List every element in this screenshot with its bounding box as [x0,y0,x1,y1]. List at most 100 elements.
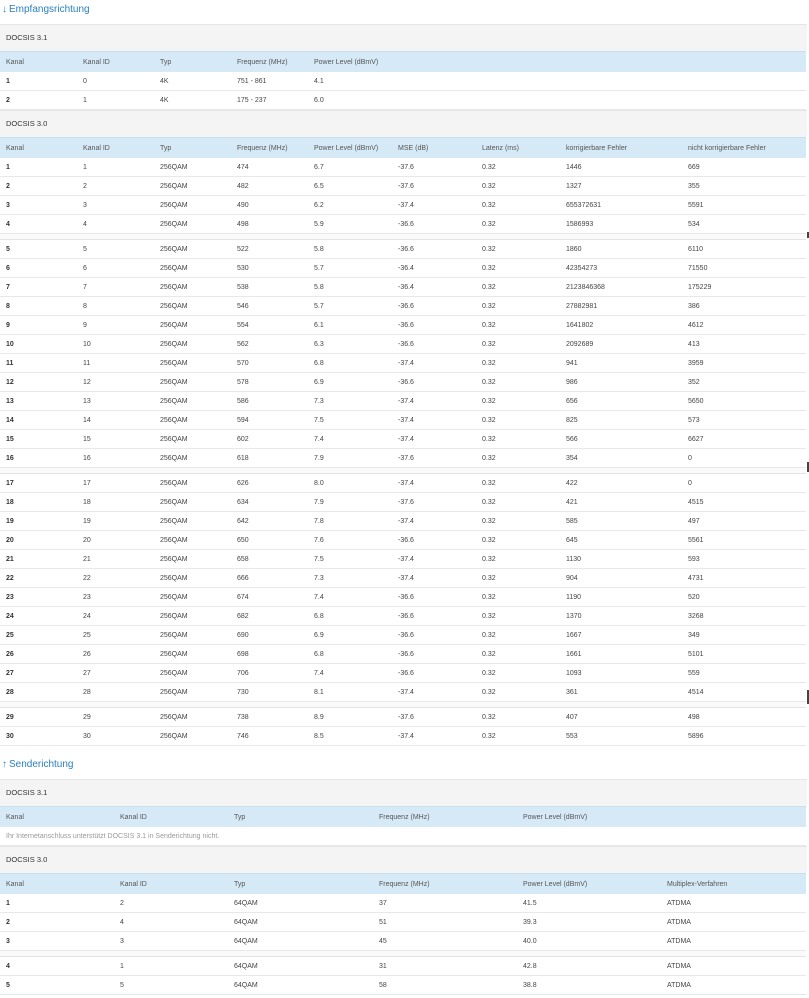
table-cell: -37.4 [392,195,476,215]
table-cell: 0.32 [476,239,560,259]
table-cell: 1 [114,956,228,976]
table-cell: 7.3 [308,568,392,588]
column-header: Frequenz (MHz) [373,873,517,894]
table-cell: 256QAM [154,158,231,177]
table-cell: 538 [231,277,308,297]
table-row: 23 23 256QAM 674 7.4 -36.6 0.32 1190 520 [0,587,806,607]
table-cell: 64QAM [228,931,373,951]
table-row: 17 17 256QAM 626 8.0 -37.4 0.32 422 0 [0,473,806,493]
table-cell: 0.32 [476,334,560,354]
column-header: Multiplex-Verfahren [661,873,806,894]
table-cell: 41.5 [517,894,661,913]
table-cell: 7.5 [308,410,392,430]
table-cell: 0.32 [476,511,560,531]
table-cell: 698 [231,644,308,664]
table-cell: 2092689 [560,334,682,354]
table-cell: 4612 [682,315,806,335]
table-cell: 0.32 [476,277,560,297]
column-header: Kanal [0,137,77,158]
table-cell: 706 [231,663,308,683]
channel-number-cell: 2 [0,90,77,110]
table-cell: 354 [560,448,682,468]
table-row: 2 1 4K 175 - 237 6.0 [0,90,806,110]
table-cell: 6.8 [308,644,392,664]
downstream-docsis30-block: DOCSIS 3.0 Kanal Kanal ID Typ Frequenz (MHz… [0,110,807,746]
table-cell: 0.32 [476,663,560,683]
table-cell: 7.4 [308,587,392,607]
table-cell: 602 [231,429,308,449]
table-cell: ATDMA [661,975,806,995]
table-cell: 0.32 [476,726,560,746]
table-cell: 256QAM [154,277,231,297]
table-row: 13 13 256QAM 586 7.3 -37.4 0.32 656 5650 [0,391,806,411]
table-row: 18 18 256QAM 634 7.9 -37.6 0.32 421 4515 [0,492,806,512]
table-cell: 5.8 [308,239,392,259]
table-cell: 1190 [560,587,682,607]
table-row: 1 0 4K 751 - 861 4.1 [0,72,806,91]
table-cell: 666 [231,568,308,588]
channel-number-cell: 6 [0,258,77,278]
channel-number-cell: 18 [0,492,77,512]
table-cell: 522 [231,239,308,259]
table-cell: -36.6 [392,214,476,234]
table-cell: 0 [77,72,154,91]
channel-number-cell: 5 [0,239,77,259]
table-row: 19 19 256QAM 642 7.8 -37.4 0.32 585 497 [0,511,806,531]
table-cell: 498 [231,214,308,234]
channel-number-cell: 3 [0,931,114,951]
upstream-docsis31-label: DOCSIS 3.1 [0,779,807,806]
table-cell: 1641802 [560,315,682,335]
table-cell: 4 [114,912,228,932]
table-cell: 546 [231,296,308,316]
channel-number-cell: 15 [0,429,77,449]
upstream-docsis31-table: Kanal Kanal ID Typ Frequenz (MHz) Power Leve… [0,806,806,846]
column-header: Kanal [0,51,77,72]
channel-number-cell: 21 [0,549,77,569]
table-cell: 1860 [560,239,682,259]
table-cell: 5591 [682,195,806,215]
table-cell: 3268 [682,606,806,626]
table-cell: 0.32 [476,448,560,468]
table-cell: 8.1 [308,682,392,702]
table-cell: 4K [154,72,231,91]
table-row: 7 7 256QAM 538 5.8 -36.4 0.32 2123846368 175229 [0,277,806,297]
table-cell: 8 [77,296,154,316]
table-cell: 256QAM [154,625,231,645]
table-cell: 42354273 [560,258,682,278]
table-cell: 27882981 [560,296,682,316]
channel-number-cell: 16 [0,448,77,468]
table-cell: 15 [77,429,154,449]
table-cell: 0.32 [476,296,560,316]
table-cell: 25 [77,625,154,645]
table-cell: 738 [231,707,308,727]
table-cell: 7.3 [308,391,392,411]
table-cell: 7.8 [308,511,392,531]
table-cell: 7.9 [308,492,392,512]
table-cell: 1446 [560,158,682,177]
table-cell: 256QAM [154,315,231,335]
table-cell: 256QAM [154,334,231,354]
table-cell: 1667 [560,625,682,645]
table-cell: 669 [682,158,806,177]
table-row: 1 1 256QAM 474 6.7 -37.6 0.32 1446 669 [0,158,806,177]
table-cell: 6.8 [308,353,392,373]
table-cell: 3959 [682,353,806,373]
table-cell: 0.32 [476,606,560,626]
table-cell: 746 [231,726,308,746]
table-cell: 22 [77,568,154,588]
channel-number-cell: 17 [0,473,77,493]
table-cell: 498 [682,707,806,727]
table-cell: 3 [77,195,154,215]
table-cell: 6.5 [308,176,392,196]
table-row: 20 20 256QAM 650 7.6 -36.6 0.32 645 5561 [0,530,806,550]
table-cell: 0 [682,448,806,468]
channel-number-cell: 5 [0,975,114,995]
column-header: Frequenz (MHz) [373,806,517,827]
table-cell: 256QAM [154,353,231,373]
table-cell: 0.32 [476,644,560,664]
table-cell: 16 [77,448,154,468]
table-cell: -37.4 [392,682,476,702]
table-cell: 497 [682,511,806,531]
table-cell: -36.6 [392,239,476,259]
table-cell: -36.6 [392,530,476,550]
